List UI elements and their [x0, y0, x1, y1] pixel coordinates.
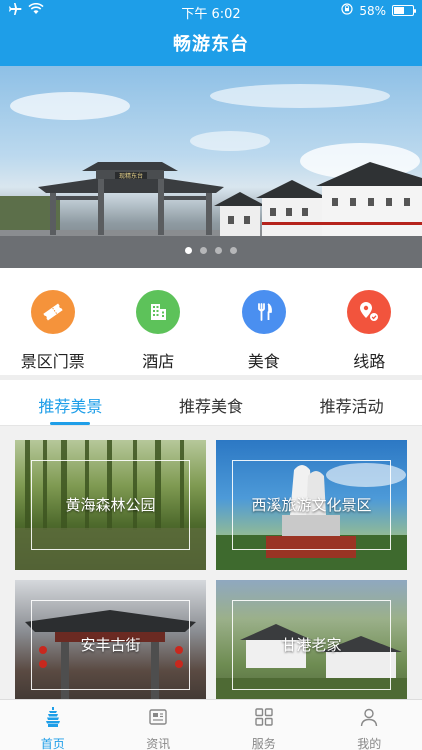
- tab-services[interactable]: 服务: [211, 700, 317, 750]
- scenery-card[interactable]: 安丰古街: [15, 580, 206, 710]
- news-icon: [147, 706, 169, 732]
- category-route[interactable]: 线路: [317, 268, 422, 375]
- tab-label: 服务: [251, 737, 276, 750]
- fork-knife-icon: [241, 290, 286, 334]
- status-bar: 下午 6:02 58%: [0, 0, 422, 22]
- app-header: 下午 6:02 58% 畅游东台: [0, 0, 422, 66]
- battery-level: [394, 7, 405, 14]
- tab-indicator: [50, 422, 91, 425]
- tab-label: 首页: [40, 737, 65, 750]
- gate-sign-text: 现精东台: [119, 172, 143, 180]
- card-title: 黄海森林公园: [65, 496, 156, 514]
- orientation-lock-icon: [341, 3, 353, 18]
- battery-percent: 58%: [359, 3, 386, 18]
- card-title: 甘港老家: [281, 636, 342, 654]
- hotel-icon: [136, 290, 181, 334]
- bottom-tab-bar: 首页 资讯 服务 我的: [0, 699, 422, 750]
- category-row: 景区门票 酒店 美食 线路: [0, 268, 422, 375]
- category-label: 美食: [247, 352, 280, 371]
- card-title: 安丰古街: [80, 636, 141, 654]
- tab-label: 资讯: [146, 737, 171, 750]
- tab-activities[interactable]: 推荐活动: [281, 380, 422, 425]
- tab-home[interactable]: 首页: [0, 700, 106, 750]
- status-right: 58%: [341, 3, 416, 18]
- scenery-card[interactable]: 西溪旅游文化景区: [216, 440, 407, 570]
- tab-label: 推荐活动: [319, 397, 384, 416]
- carousel-dot[interactable]: [200, 247, 207, 254]
- tab-profile[interactable]: 我的: [317, 700, 422, 750]
- tab-label: 推荐美食: [179, 397, 244, 416]
- user-icon: [358, 706, 380, 732]
- battery-icon: [392, 5, 416, 16]
- tab-food[interactable]: 推荐美食: [141, 380, 282, 425]
- banner-carousel[interactable]: 现精东台: [0, 66, 422, 268]
- category-label: 景区门票: [20, 352, 85, 371]
- carousel-dot[interactable]: [185, 247, 192, 254]
- tab-label: 推荐美景: [38, 397, 103, 416]
- carousel-dots: [0, 247, 422, 254]
- scenery-card[interactable]: 甘港老家: [216, 580, 407, 710]
- grid-icon: [253, 706, 275, 732]
- tab-news[interactable]: 资讯: [106, 700, 212, 750]
- ticket-icon: [30, 290, 75, 334]
- tab-label: 我的: [357, 737, 382, 750]
- carousel-dot[interactable]: [215, 247, 222, 254]
- banner-image: 现精东台: [0, 84, 422, 268]
- carousel-dot[interactable]: [230, 247, 237, 254]
- scenery-grid: 黄海森林公园 西溪旅游文化景区 安丰古街 甘港老家: [0, 426, 422, 710]
- category-label: 线路: [353, 352, 386, 371]
- card-title: 西溪旅游文化景区: [251, 496, 372, 514]
- category-food[interactable]: 美食: [211, 268, 317, 375]
- tab-scenery[interactable]: 推荐美景: [0, 380, 141, 425]
- pagoda-icon: [42, 706, 64, 732]
- scenery-card[interactable]: 黄海森林公园: [15, 440, 206, 570]
- category-label: 酒店: [142, 352, 175, 371]
- category-tickets[interactable]: 景区门票: [0, 268, 106, 375]
- recommend-tabs: 推荐美景 推荐美食 推荐活动: [0, 380, 422, 426]
- category-hotel[interactable]: 酒店: [106, 268, 212, 375]
- page-title: 畅游东台: [173, 34, 249, 55]
- route-icon: [347, 290, 392, 334]
